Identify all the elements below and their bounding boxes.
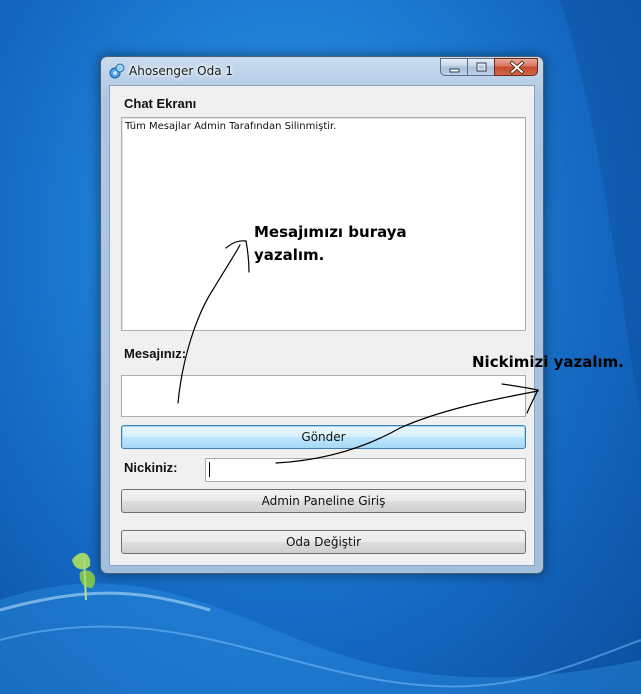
- window-titlebar[interactable]: Ahosenger Oda 1: [101, 57, 543, 85]
- window-title: Ahosenger Oda 1: [129, 64, 234, 78]
- change-room-button[interactable]: Oda Değiştir: [121, 530, 526, 554]
- maximize-button[interactable]: [467, 58, 494, 76]
- message-label: Mesajınız:: [124, 346, 187, 361]
- window-client-area: Chat Ekranı Tüm Mesajlar Admin Tarafında…: [109, 85, 535, 566]
- caption-buttons: [440, 58, 538, 77]
- nickname-label: Nickiniz:: [124, 460, 178, 475]
- messenger-app-icon: [109, 63, 125, 79]
- nickname-input[interactable]: [205, 458, 526, 482]
- app-window: Ahosenger Oda 1 Chat Ekranı Tüm Mesajlar…: [100, 56, 544, 574]
- maximize-icon: [476, 62, 487, 72]
- annotation-message-line1: Mesajımızı buraya: [254, 223, 407, 241]
- message-input[interactable]: [121, 375, 526, 417]
- minimize-button[interactable]: [440, 58, 467, 76]
- chat-message-text: Tüm Mesajlar Admin Tarafından Silinmişti…: [125, 121, 337, 132]
- text-caret: [209, 462, 210, 477]
- close-button[interactable]: [494, 58, 538, 76]
- minimize-icon: [449, 68, 460, 73]
- admin-panel-button[interactable]: Admin Paneline Giriş: [121, 489, 526, 513]
- annotation-nickname: Nickimizi yazalım.: [472, 353, 624, 371]
- close-icon: [509, 60, 525, 75]
- chat-screen-label: Chat Ekranı: [124, 96, 197, 111]
- annotation-message-line2: yazalım.: [254, 246, 325, 264]
- send-button[interactable]: Gönder: [121, 425, 526, 449]
